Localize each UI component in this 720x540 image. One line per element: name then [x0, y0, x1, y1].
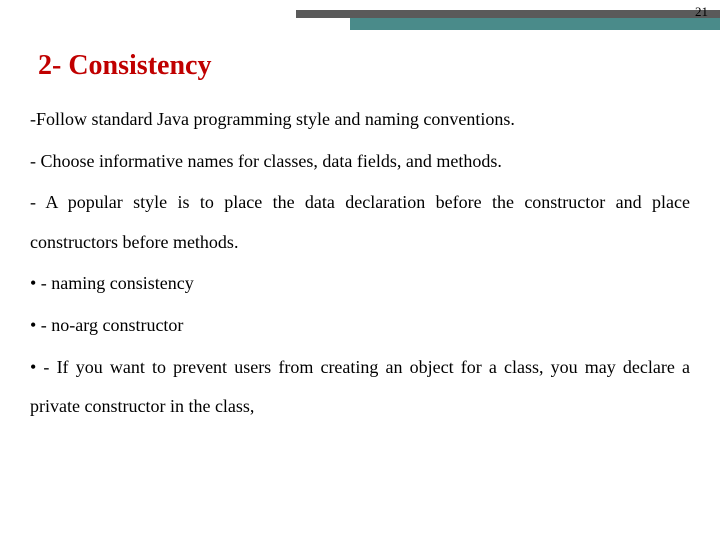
page-number: 21: [695, 4, 708, 20]
paragraph-1: -Follow standard Java programming style …: [30, 100, 690, 140]
bullet-3: • - If you want to prevent users from cr…: [30, 348, 690, 427]
header-decoration: 21: [0, 0, 720, 32]
bullet-1: • - naming consistency: [30, 264, 690, 304]
header-bar-gray: [296, 10, 720, 18]
slide-content: -Follow standard Java programming style …: [0, 100, 720, 427]
paragraph-2: - Choose informative names for classes, …: [30, 142, 690, 182]
bullet-2: • - no-arg constructor: [30, 306, 690, 346]
paragraph-3: - A popular style is to place the data d…: [30, 183, 690, 262]
slide-title: 2- Consistency: [0, 32, 720, 100]
header-bar-teal: [350, 18, 720, 30]
